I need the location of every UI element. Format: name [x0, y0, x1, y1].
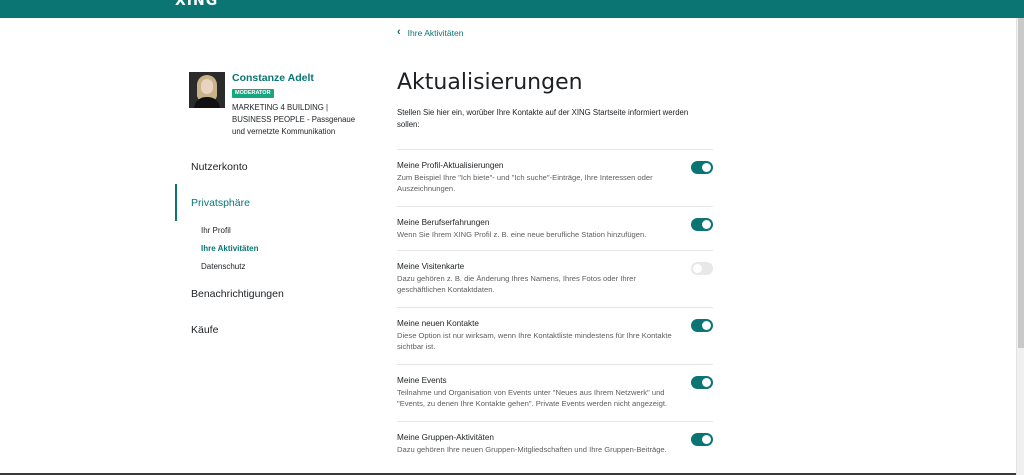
- active-section-indicator: [175, 184, 177, 221]
- profile-updates-toggle[interactable]: [691, 161, 713, 174]
- setting-title: Meine Berufserfahrungen: [397, 218, 490, 227]
- setting-events: Meine Events Teilnahme und Organisation …: [397, 364, 713, 422]
- toggle-knob: [702, 321, 711, 330]
- scrollbar-thumb[interactable]: [1018, 18, 1024, 348]
- setting-title: Meine neuen Kontakte: [397, 319, 479, 328]
- setting-business-card: Meine Visitenkarte Dazu gehören z. B. di…: [397, 250, 713, 308]
- moderator-badge: MODERATOR: [232, 89, 274, 98]
- back-link-label: Ihre Aktivitäten: [407, 27, 464, 38]
- events-toggle[interactable]: [691, 376, 713, 389]
- sidebar-subitem-ihre-aktivitaeten[interactable]: Ihre Aktivitäten: [201, 244, 259, 253]
- sidebar-item-nutzerkonto[interactable]: Nutzerkonto: [191, 161, 248, 173]
- business-card-toggle[interactable]: [691, 262, 713, 275]
- setting-title: Meine Gruppen-Aktivitäten: [397, 433, 494, 442]
- new-contacts-toggle[interactable]: [691, 319, 713, 332]
- setting-title: Meine Visitenkarte: [397, 262, 465, 271]
- group-activities-toggle[interactable]: [691, 433, 713, 446]
- sidebar-item-kaeufe[interactable]: Käufe: [191, 324, 218, 336]
- intro-text: Stellen Sie hier ein, worüber Ihre Konta…: [397, 108, 689, 129]
- sidebar-item-benachrichtigungen[interactable]: Benachrichtigungen: [191, 288, 284, 300]
- back-link[interactable]: ‹ Ihre Aktivitäten: [397, 27, 463, 38]
- sidebar-item-privatsphaere[interactable]: Privatsphäre: [191, 197, 250, 209]
- page-title: Aktualisierungen: [397, 70, 583, 95]
- top-navigation-bar: XING: [0, 0, 1024, 18]
- toggle-knob: [702, 435, 711, 444]
- setting-description: Diese Option ist nur wirksam, wenn Ihre …: [397, 331, 672, 352]
- profile-name[interactable]: Constanze Adelt: [232, 72, 314, 84]
- setting-work-experience: Meine Berufserfahrungen Wenn Sie Ihrem X…: [397, 206, 713, 251]
- setting-profile-updates: Meine Profil-Aktualisierungen Zum Beispi…: [397, 149, 713, 207]
- setting-description: Zum Beispiel Ihre "Ich biete"- und "Ich …: [397, 173, 653, 194]
- toggle-knob: [693, 264, 702, 273]
- setting-new-contacts: Meine neuen Kontakte Diese Option ist nu…: [397, 307, 713, 365]
- toggle-knob: [702, 378, 711, 387]
- avatar[interactable]: [189, 72, 225, 108]
- toggle-knob: [702, 220, 711, 229]
- toggle-knob: [702, 163, 711, 172]
- profile-description: MARKETING 4 BUILDING | BUSINESS PEOPLE -…: [232, 103, 356, 136]
- setting-group-activities: Meine Gruppen-Aktivitäten Dazu gehören I…: [397, 421, 713, 468]
- page-scrollbar[interactable]: [1016, 18, 1024, 475]
- work-experience-toggle[interactable]: [691, 218, 713, 231]
- setting-description: Dazu gehören z. B. die Änderung Ihres Na…: [397, 274, 636, 295]
- chevron-left-icon: ‹: [397, 26, 401, 38]
- xing-logo[interactable]: XING: [175, 0, 218, 9]
- setting-description: Dazu gehören Ihre neuen Gruppen-Mitglied…: [397, 445, 667, 454]
- sidebar-subitem-ihr-profil[interactable]: Ihr Profil: [201, 226, 231, 235]
- setting-description: Teilnahme und Organisation von Events un…: [397, 388, 668, 409]
- sidebar-subitem-datenschutz[interactable]: Datenschutz: [201, 262, 245, 271]
- setting-title: Meine Events: [397, 376, 447, 385]
- setting-title: Meine Profil-Aktualisierungen: [397, 161, 504, 170]
- setting-description: Wenn Sie Ihrem XING Profil z. B. eine ne…: [397, 230, 647, 239]
